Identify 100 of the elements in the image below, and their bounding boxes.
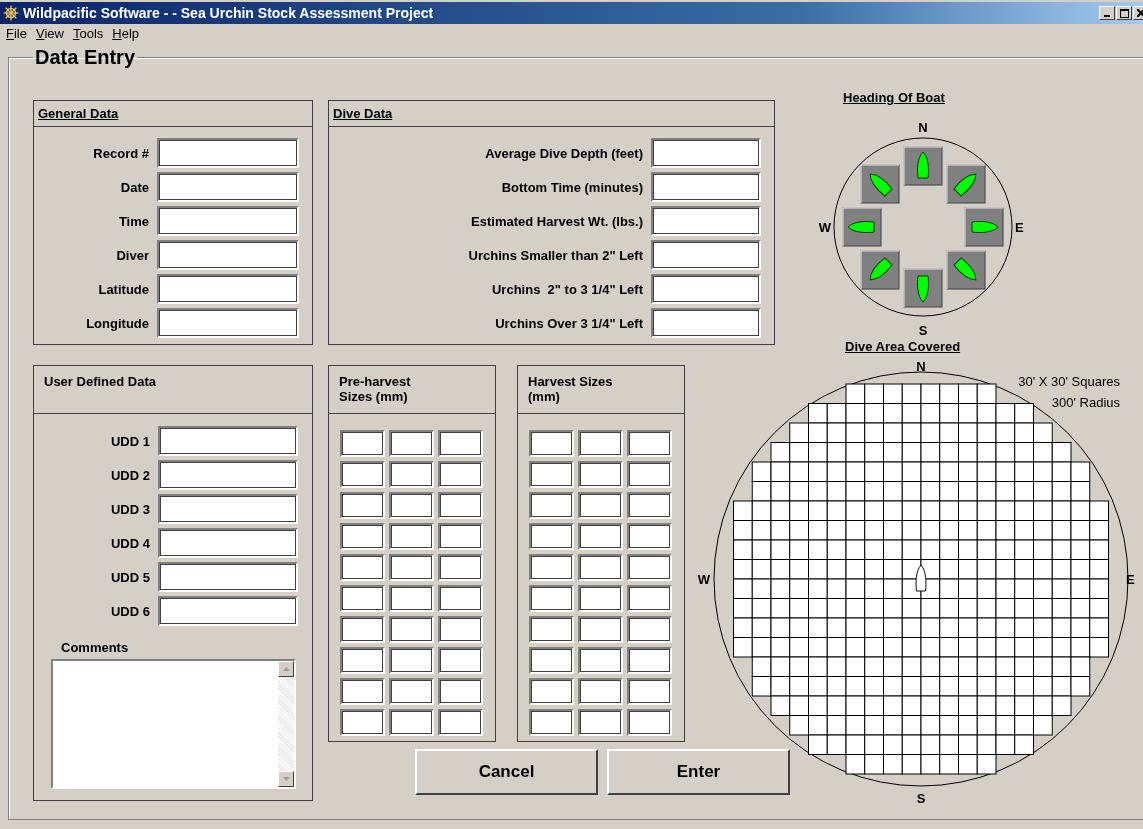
size-field[interactable] bbox=[340, 647, 385, 674]
size-field[interactable] bbox=[578, 430, 623, 457]
size-field[interactable] bbox=[529, 523, 574, 550]
action-button[interactable]: Enter bbox=[607, 749, 790, 795]
action-button[interactable]: Cancel bbox=[415, 749, 598, 795]
size-field[interactable] bbox=[627, 616, 672, 643]
size-field[interactable] bbox=[438, 492, 483, 519]
panel-title: Dive Data bbox=[333, 106, 393, 121]
scroll-up-button[interactable] bbox=[278, 661, 294, 677]
size-field[interactable] bbox=[627, 709, 672, 736]
size-field[interactable] bbox=[438, 678, 483, 705]
size-field[interactable] bbox=[627, 461, 672, 488]
size-field[interactable] bbox=[529, 554, 574, 581]
size-field[interactable] bbox=[389, 647, 434, 674]
maximize-button[interactable] bbox=[1116, 6, 1132, 20]
size-field[interactable] bbox=[389, 523, 434, 550]
size-field[interactable] bbox=[340, 709, 385, 736]
size-field[interactable] bbox=[529, 430, 574, 457]
size-field[interactable] bbox=[389, 678, 434, 705]
size-field[interactable] bbox=[578, 647, 623, 674]
heading-button[interactable] bbox=[860, 164, 900, 204]
size-field[interactable] bbox=[389, 492, 434, 519]
size-field[interactable] bbox=[389, 709, 434, 736]
heading-button[interactable] bbox=[860, 250, 900, 290]
size-field[interactable] bbox=[529, 709, 574, 736]
size-field[interactable] bbox=[578, 461, 623, 488]
size-field[interactable] bbox=[438, 585, 483, 612]
comments-field[interactable] bbox=[51, 659, 296, 789]
size-field[interactable] bbox=[438, 430, 483, 457]
panel-title: User Defined Data bbox=[44, 374, 156, 389]
size-field[interactable] bbox=[578, 585, 623, 612]
size-field[interactable] bbox=[578, 616, 623, 643]
size-field[interactable] bbox=[627, 492, 672, 519]
size-field[interactable] bbox=[627, 523, 672, 550]
size-field[interactable] bbox=[529, 647, 574, 674]
heading-button[interactable] bbox=[842, 207, 882, 247]
menu-item[interactable]: Tools bbox=[70, 25, 111, 41]
size-field[interactable] bbox=[578, 554, 623, 581]
size-field[interactable] bbox=[578, 709, 623, 736]
text-field[interactable] bbox=[158, 460, 298, 490]
text-field[interactable] bbox=[158, 426, 298, 456]
heading-button[interactable] bbox=[903, 146, 943, 186]
menu-item[interactable]: View bbox=[33, 25, 71, 41]
text-field[interactable] bbox=[651, 172, 761, 202]
scroll-down-button[interactable] bbox=[278, 771, 294, 787]
size-field[interactable] bbox=[340, 523, 385, 550]
size-field[interactable] bbox=[578, 678, 623, 705]
minimize-button[interactable] bbox=[1099, 6, 1115, 20]
size-field[interactable] bbox=[627, 430, 672, 457]
size-field[interactable] bbox=[529, 492, 574, 519]
heading-button[interactable] bbox=[946, 164, 986, 204]
text-field[interactable] bbox=[158, 528, 298, 558]
size-field[interactable] bbox=[438, 709, 483, 736]
size-field[interactable] bbox=[340, 616, 385, 643]
text-field[interactable] bbox=[158, 494, 298, 524]
heading-button[interactable] bbox=[946, 250, 986, 290]
text-field[interactable] bbox=[157, 138, 299, 168]
menu-item[interactable]: Help bbox=[110, 25, 147, 41]
size-field[interactable] bbox=[578, 492, 623, 519]
size-field[interactable] bbox=[627, 647, 672, 674]
text-field[interactable] bbox=[651, 274, 761, 304]
size-field[interactable] bbox=[389, 430, 434, 457]
size-field[interactable] bbox=[340, 554, 385, 581]
size-field[interactable] bbox=[389, 554, 434, 581]
text-field[interactable] bbox=[158, 596, 298, 626]
size-field[interactable] bbox=[340, 461, 385, 488]
text-field[interactable] bbox=[651, 240, 761, 270]
text-field[interactable] bbox=[157, 240, 299, 270]
size-field[interactable] bbox=[529, 461, 574, 488]
size-field[interactable] bbox=[340, 492, 385, 519]
size-field[interactable] bbox=[627, 554, 672, 581]
text-field[interactable] bbox=[157, 274, 299, 304]
size-field[interactable] bbox=[438, 523, 483, 550]
text-field[interactable] bbox=[157, 206, 299, 236]
text-field[interactable] bbox=[651, 138, 761, 168]
size-field[interactable] bbox=[578, 523, 623, 550]
heading-button[interactable] bbox=[903, 268, 943, 308]
size-field[interactable] bbox=[529, 585, 574, 612]
size-field[interactable] bbox=[340, 678, 385, 705]
size-field[interactable] bbox=[529, 616, 574, 643]
size-field[interactable] bbox=[389, 616, 434, 643]
text-field[interactable] bbox=[158, 562, 298, 592]
size-field[interactable] bbox=[438, 554, 483, 581]
size-field[interactable] bbox=[438, 616, 483, 643]
heading-button[interactable] bbox=[964, 207, 1004, 247]
size-field[interactable] bbox=[627, 585, 672, 612]
text-field[interactable] bbox=[157, 172, 299, 202]
size-field[interactable] bbox=[529, 678, 574, 705]
text-field[interactable] bbox=[651, 206, 761, 236]
menu-item[interactable]: File bbox=[4, 25, 34, 41]
text-field[interactable] bbox=[157, 308, 299, 338]
size-field[interactable] bbox=[389, 585, 434, 612]
size-field[interactable] bbox=[627, 678, 672, 705]
size-field[interactable] bbox=[340, 585, 385, 612]
size-field[interactable] bbox=[340, 430, 385, 457]
size-field[interactable] bbox=[438, 461, 483, 488]
size-field[interactable] bbox=[389, 461, 434, 488]
scrollbar[interactable] bbox=[278, 661, 294, 787]
size-field[interactable] bbox=[438, 647, 483, 674]
text-field[interactable] bbox=[651, 308, 761, 338]
